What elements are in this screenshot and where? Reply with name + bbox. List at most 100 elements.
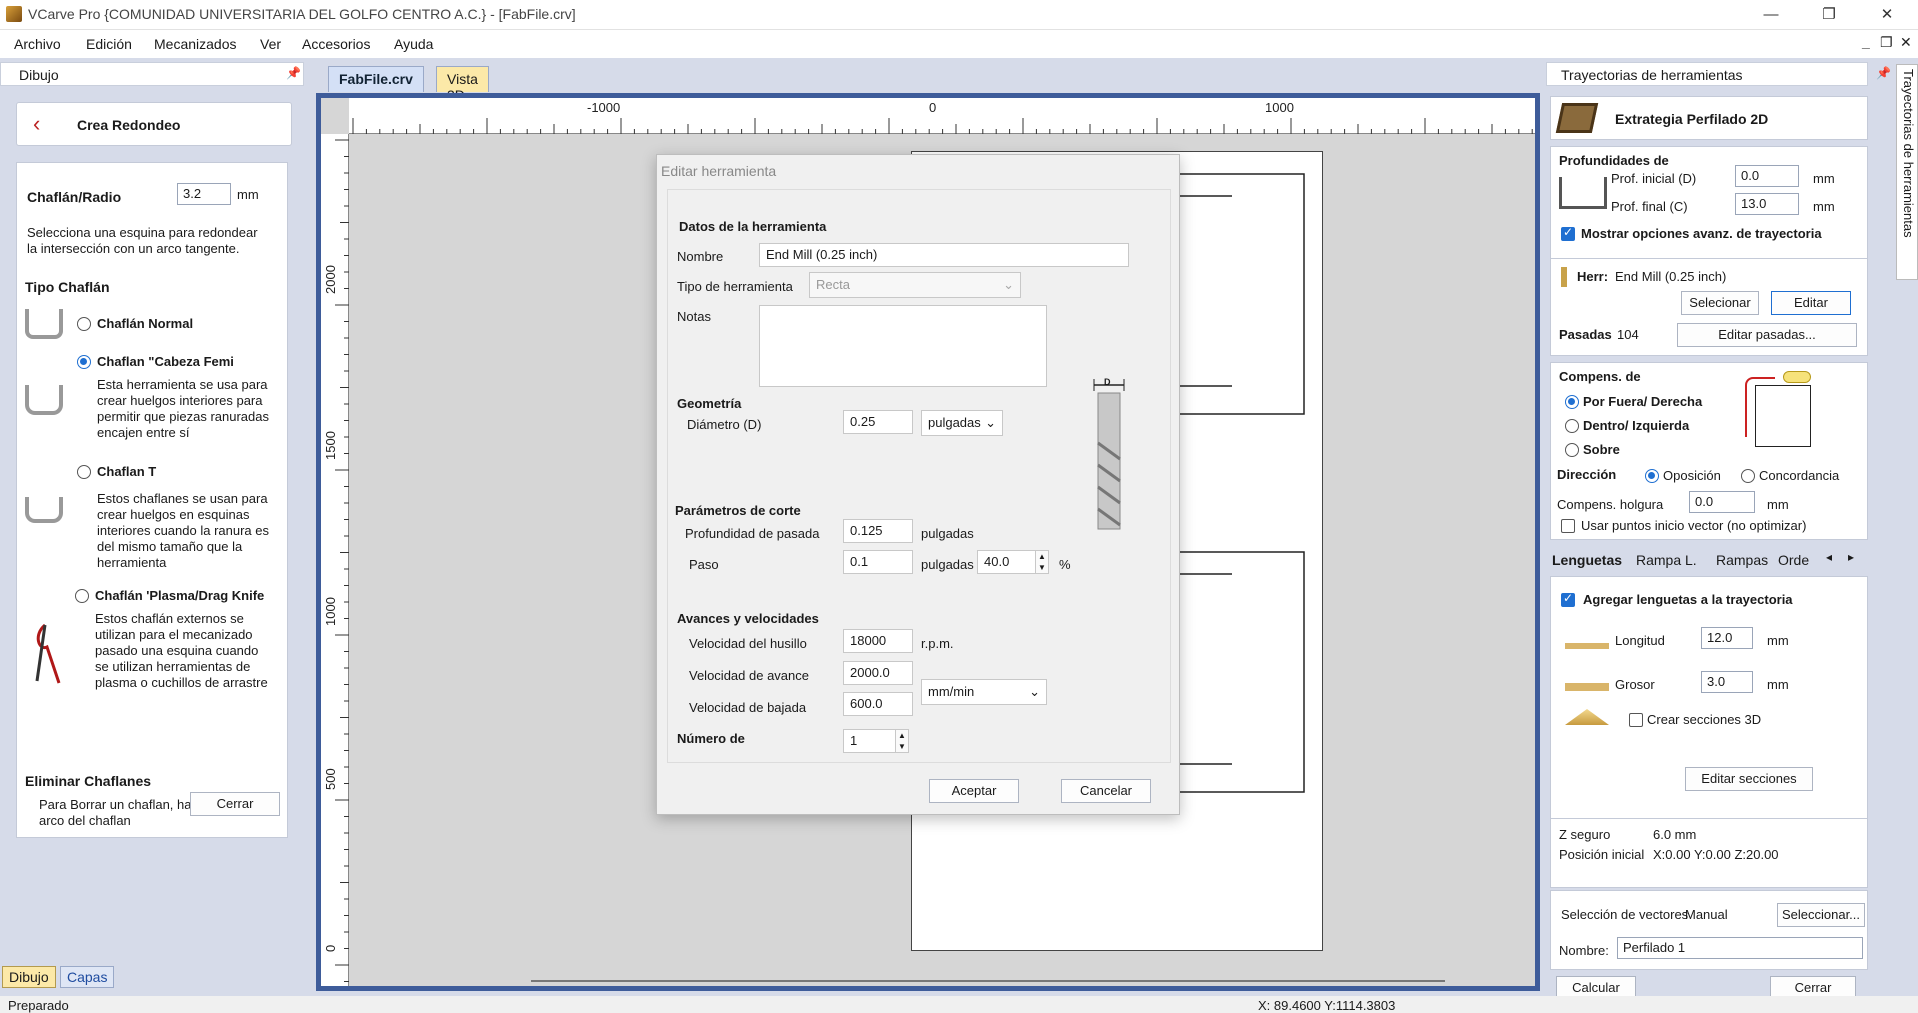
dogbone-chamfer-label[interactable]: Chaflan "Cabeza Femi [97, 354, 277, 369]
diameter-label: Diámetro (D) [687, 417, 762, 432]
end-depth-input[interactable]: 13.0 [1735, 193, 1799, 215]
cutter-icon [1783, 371, 1811, 383]
fillet-icon: ‹ [33, 111, 41, 136]
stepover-spinner[interactable]: ▲ ▼ [1035, 550, 1049, 574]
drag-knife-chamfer-radio[interactable] [75, 589, 89, 603]
create-3d-tabs-checkbox[interactable] [1629, 713, 1643, 727]
tool-data-header: Datos de la herramienta [679, 219, 827, 234]
delete-header: Eliminar Chaflanes [25, 773, 152, 789]
diameter-input[interactable]: 0.25 [843, 410, 913, 434]
tool-type-select[interactable]: Recta ⌄ [809, 272, 1021, 298]
menu-ayuda[interactable]: Ayuda [394, 36, 433, 52]
spindle-speed-input[interactable]: 18000 [843, 629, 913, 653]
fillet-options-box: Chaflán/Radio 3.2 mm Selecciona una esqu… [16, 162, 288, 838]
tool-bit-icon [1561, 267, 1567, 287]
horizontal-scrollbar[interactable] [531, 980, 1445, 982]
comp-inside-radio[interactable] [1565, 419, 1579, 433]
notes-textarea[interactable] [759, 305, 1047, 387]
tabs-scroll-left-icon[interactable]: ◂ [1826, 550, 1832, 564]
vector-selection-value: Manual [1685, 907, 1728, 922]
vector-selection-label: Selección de vectores [1561, 907, 1689, 922]
tab-vista-3d[interactable]: Vista 3D [436, 66, 489, 103]
menu-archivo[interactable]: Archivo [14, 36, 61, 52]
start-depth-input[interactable]: 0.0 [1735, 165, 1799, 187]
select-tool-button[interactable]: Selecionar [1681, 291, 1759, 315]
advanced-options-checkbox[interactable] [1561, 225, 1575, 241]
radius-input[interactable]: 3.2 [177, 183, 231, 205]
conventional-radio[interactable] [1741, 469, 1755, 483]
comp-outside-radio[interactable] [1565, 395, 1579, 409]
mdi-close-button[interactable]: ✕ [1900, 34, 1912, 51]
tool-number-input[interactable]: 1 [843, 729, 897, 753]
edit-passes-button[interactable]: Editar pasadas... [1677, 323, 1857, 347]
t-chamfer-radio[interactable] [77, 465, 91, 479]
feed-units-select[interactable]: mm/min ⌄ [921, 679, 1047, 705]
strategy-box: Extrategia Perfilado 2D [1550, 96, 1868, 140]
normal-chamfer-label[interactable]: Chaflán Normal [97, 316, 193, 331]
feed-rate-input[interactable]: 2000.0 [843, 661, 913, 685]
tab-length-input[interactable]: 12.0 [1701, 627, 1753, 649]
stepover-input[interactable]: 0.1 [843, 550, 913, 574]
stepover-percent-input[interactable]: 40.0 [977, 550, 1039, 574]
start-depth-unit: mm [1813, 171, 1835, 186]
t-chamfer-label[interactable]: Chaflan T [97, 464, 156, 479]
climb-radio[interactable] [1645, 469, 1659, 483]
mdi-restore-button[interactable]: ❐ [1880, 34, 1893, 51]
normal-chamfer-radio[interactable] [77, 317, 91, 331]
tool-name-input[interactable]: End Mill (0.25 inch) [759, 243, 1129, 267]
number-label: Número de [677, 731, 745, 746]
spindle-label: Velocidad del husillo [689, 636, 807, 651]
advanced-options-label[interactable]: Mostrar opciones avanz. de trayectoria [1581, 226, 1865, 241]
tool-box: Herr: End Mill (0.25 inch) Selecionar Ed… [1550, 258, 1868, 356]
diagram-d-label: D [1104, 377, 1111, 387]
pin-icon[interactable]: 📌 [286, 66, 301, 80]
comp-outside-label[interactable]: Por Fuera/ Derecha [1583, 394, 1715, 409]
create-3d-tabs-label[interactable]: Crear secciones 3D [1647, 712, 1761, 727]
tab-dibujo[interactable]: Dibujo [2, 966, 56, 988]
tab-capas[interactable]: Capas [60, 966, 115, 988]
comp-on-label[interactable]: Sobre [1583, 442, 1620, 457]
tab-rampas[interactable]: Rampas [1716, 552, 1768, 568]
comp-inside-label[interactable]: Dentro/ Izquierda [1583, 418, 1715, 433]
end-depth-label: Prof. final (C) [1611, 199, 1688, 214]
allowance-input[interactable]: 0.0 [1689, 491, 1755, 513]
edit-tool-button[interactable]: Editar [1771, 291, 1851, 315]
select-vectors-button[interactable]: Seleccionar... [1777, 903, 1865, 927]
vertical-toolpaths-tab[interactable]: Trayectorias de herramientas [1896, 64, 1918, 280]
diameter-units-select[interactable]: pulgadas ⌄ [921, 410, 1003, 436]
restore-button[interactable]: ❐ [1806, 2, 1852, 28]
drag-knife-chamfer-label[interactable]: Chaflán 'Plasma/Drag Knife [95, 588, 283, 603]
add-tabs-label[interactable]: Agregar lenguetas a la trayectoria [1583, 592, 1793, 607]
conventional-label[interactable]: Concordancia [1759, 468, 1839, 483]
climb-label[interactable]: Oposición [1663, 468, 1721, 483]
pass-depth-input[interactable]: 0.125 [843, 519, 913, 543]
use-start-points-checkbox[interactable] [1561, 519, 1575, 533]
mdi-minimize-button[interactable]: _ [1862, 34, 1870, 50]
pin-icon[interactable]: 📌 [1876, 66, 1891, 80]
menu-ver[interactable]: Ver [260, 36, 281, 52]
add-tabs-checkbox[interactable] [1561, 591, 1575, 607]
edit-sections-button[interactable]: Editar secciones [1685, 767, 1813, 791]
menu-accesorios[interactable]: Accesorios [302, 36, 370, 52]
dogbone-chamfer-radio[interactable] [77, 355, 91, 369]
tab-orden[interactable]: Orde [1778, 552, 1809, 568]
left-close-button[interactable]: Cerrar [190, 792, 280, 816]
toolpath-name-input[interactable]: Perfilado 1 [1617, 937, 1863, 959]
tabs-scroll-right-icon[interactable]: ▸ [1848, 550, 1854, 564]
comp-on-radio[interactable] [1565, 443, 1579, 457]
menu-edicion[interactable]: Edición [86, 36, 132, 52]
tab-thickness-input[interactable]: 3.0 [1701, 671, 1753, 693]
tab-rampa-l[interactable]: Rampa L. [1636, 552, 1697, 568]
menu-mecanizados[interactable]: Mecanizados [154, 36, 237, 52]
use-start-points-label[interactable]: Usar puntos inicio vector (no optimizar) [1581, 518, 1806, 533]
plunge-rate-input[interactable]: 600.0 [843, 692, 913, 716]
close-window-button[interactable]: ✕ [1864, 2, 1910, 28]
tab-fabfile[interactable]: FabFile.crv [328, 66, 424, 92]
tool-number-spinner[interactable]: ▲ ▼ [895, 729, 909, 753]
cancel-button[interactable]: Cancelar [1061, 779, 1151, 803]
minimize-button[interactable]: — [1748, 2, 1794, 28]
tool-title-box: ‹ Crea Redondeo [16, 102, 292, 146]
tab-lenguetas[interactable]: Lenguetas [1552, 552, 1622, 568]
drag-knife-chamfer-desc: Estos chaflán externos se utilizan para … [95, 611, 268, 690]
ok-button[interactable]: Aceptar [929, 779, 1019, 803]
